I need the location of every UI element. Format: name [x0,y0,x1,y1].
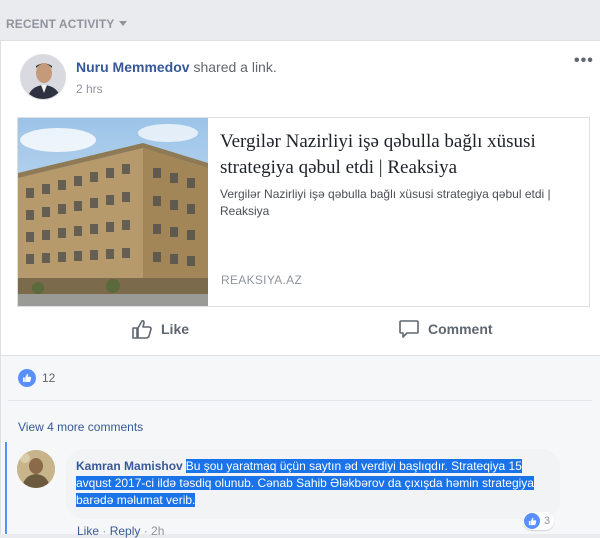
recent-activity-label: RECENT ACTIVITY [6,17,115,31]
post-action-text: shared a link. [193,59,277,75]
more-options-icon[interactable]: ••• [574,52,594,70]
comment-highlight-rail [5,442,7,534]
commenter-avatar[interactable] [17,450,55,488]
commenter-name-link[interactable]: Kamran Mamishov [76,459,183,473]
reactions-divider [8,400,592,401]
author-name-link[interactable]: Nuru Memmedov [76,59,190,75]
recent-activity-dropdown[interactable]: RECENT ACTIVITY [6,17,128,31]
comment-time[interactable]: 2h [151,524,164,538]
comment-button[interactable]: Comment [398,319,493,339]
comment-like-link[interactable]: Like [77,524,99,538]
caret-down-icon [119,21,128,26]
activity-header: RECENT ACTIVITY [0,0,600,40]
comment-bubble: Kamran Mamishov Bu şou yaratmaq üçün sayt… [66,449,560,519]
post-timestamp[interactable]: 2 hrs [76,82,103,96]
comment-meta: Like · Reply · 2h [77,524,165,538]
author-avatar[interactable] [20,54,66,100]
link-description: Vergilər Nazirliyi işə qəbulla bağlı xüs… [220,187,551,218]
link-title[interactable]: Vergilər Nazirliyi işə qəbulla bağlı xüs… [220,129,578,181]
like-button[interactable]: Like [131,319,189,339]
speech-bubble-icon [399,320,419,338]
link-preview[interactable]: Vergilər Nazirliyi işə qəbulla bağlı xüs… [17,117,590,307]
comment-reaction-summary[interactable]: 3 [523,512,555,530]
thumbs-up-icon [132,319,152,339]
comment-button-label: Comment [428,321,493,337]
like-button-label: Like [161,321,190,337]
comment-like-icon [524,513,540,529]
like-reaction-icon [18,369,36,387]
post-actions: Like Comment [17,312,590,348]
comment-reaction-count: 3 [544,515,551,527]
reaction-summary[interactable]: 12 [18,369,55,387]
link-preview-image [18,118,208,306]
link-preview-text: Vergilər Nazirliyi işə qəbulla bağlı xüs… [208,118,590,306]
link-domain: REAKSIYA.AZ [221,273,303,287]
comment-reply-link[interactable]: Reply [110,524,141,538]
post-header-line: Nuru Memmedov shared a link. [76,59,277,75]
view-more-comments-link[interactable]: View 4 more comments [18,420,143,434]
reaction-count: 12 [42,371,56,385]
